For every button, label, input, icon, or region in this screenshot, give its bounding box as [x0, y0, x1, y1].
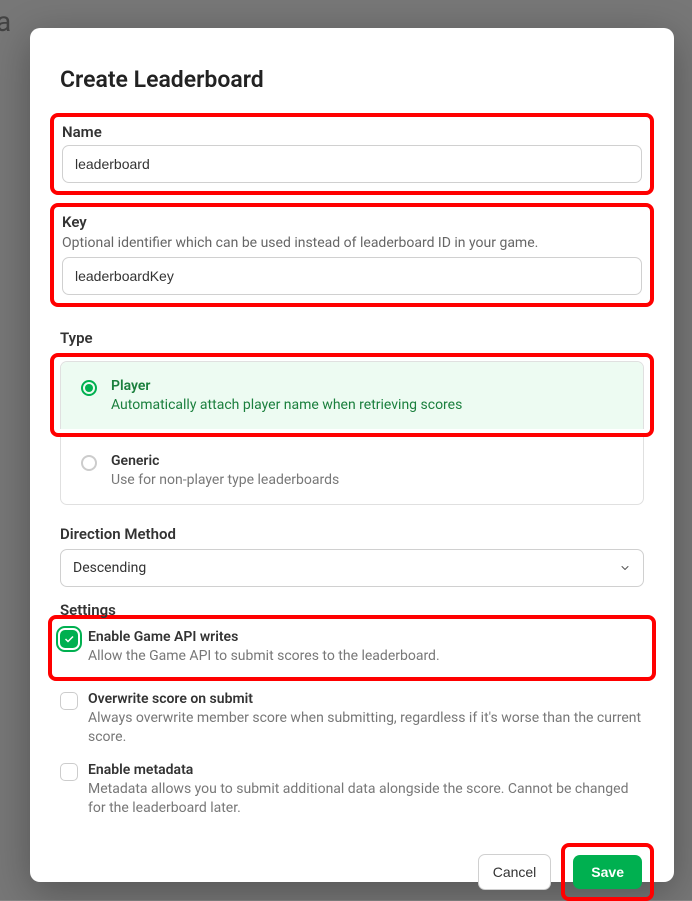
cancel-button[interactable]: Cancel — [478, 854, 552, 890]
radio-icon — [81, 380, 97, 396]
setting-title: Enable metadata — [88, 762, 644, 778]
checkbox-icon — [60, 630, 78, 648]
setting-text: Enable metadata Metadata allows you to s… — [88, 762, 644, 819]
type-option-title: Generic — [111, 453, 623, 469]
modal-title: Create Leaderboard — [60, 66, 644, 93]
key-hint: Optional identifier which can be used in… — [62, 235, 642, 251]
type-option-title: Player — [111, 378, 623, 394]
setting-enable-metadata[interactable]: Enable metadata Metadata allows you to s… — [60, 762, 644, 819]
setting-overwrite-score[interactable]: Overwrite score on submit Always overwri… — [60, 691, 644, 748]
key-field-highlight: Key Optional identifier which can be use… — [50, 203, 654, 307]
modal-footer: Cancel Save — [60, 843, 644, 901]
save-button[interactable]: Save — [573, 855, 642, 889]
chevron-down-icon — [619, 562, 631, 574]
type-option-desc: Automatically attach player name when re… — [111, 397, 623, 413]
key-label: Key — [62, 213, 642, 231]
key-input[interactable] — [62, 257, 642, 295]
create-leaderboard-modal: Create Leaderboard Name Key Optional ide… — [30, 28, 674, 882]
enable-game-api-highlight: Enable Game API writes Allow the Game AP… — [48, 615, 656, 681]
setting-desc: Metadata allows you to submit additional… — [88, 780, 644, 819]
direction-label: Direction Method — [60, 525, 644, 543]
name-label: Name — [62, 123, 642, 141]
radio-icon — [81, 455, 97, 471]
setting-enable-game-api[interactable]: Enable Game API writes Allow the Game AP… — [60, 629, 644, 667]
setting-desc: Always overwrite member score when submi… — [88, 709, 644, 748]
checkbox-icon — [60, 692, 78, 710]
type-label: Type — [60, 329, 644, 347]
check-icon — [63, 633, 75, 645]
background-page-text: oa — [0, 5, 11, 38]
setting-title: Enable Game API writes — [88, 629, 644, 645]
setting-desc: Allow the Game API to submit scores to t… — [88, 647, 644, 667]
direction-select[interactable]: Descending — [60, 549, 644, 587]
type-option-player[interactable]: Player Automatically attach player name … — [60, 361, 644, 429]
type-option-desc: Use for non-player type leaderboards — [111, 472, 623, 488]
setting-title: Overwrite score on submit — [88, 691, 644, 707]
type-option-generic[interactable]: Generic Use for non-player type leaderbo… — [60, 437, 644, 505]
type-option-text: Player Automatically attach player name … — [111, 378, 623, 413]
type-player-highlight: Player Automatically attach player name … — [50, 353, 654, 437]
checkbox-icon — [60, 763, 78, 781]
setting-text: Enable Game API writes Allow the Game AP… — [88, 629, 644, 667]
name-field-highlight: Name — [50, 113, 654, 195]
name-input[interactable] — [62, 145, 642, 183]
direction-value: Descending — [73, 560, 146, 576]
type-option-text: Generic Use for non-player type leaderbo… — [111, 453, 623, 488]
setting-text: Overwrite score on submit Always overwri… — [88, 691, 644, 748]
save-button-highlight: Save — [561, 843, 654, 901]
